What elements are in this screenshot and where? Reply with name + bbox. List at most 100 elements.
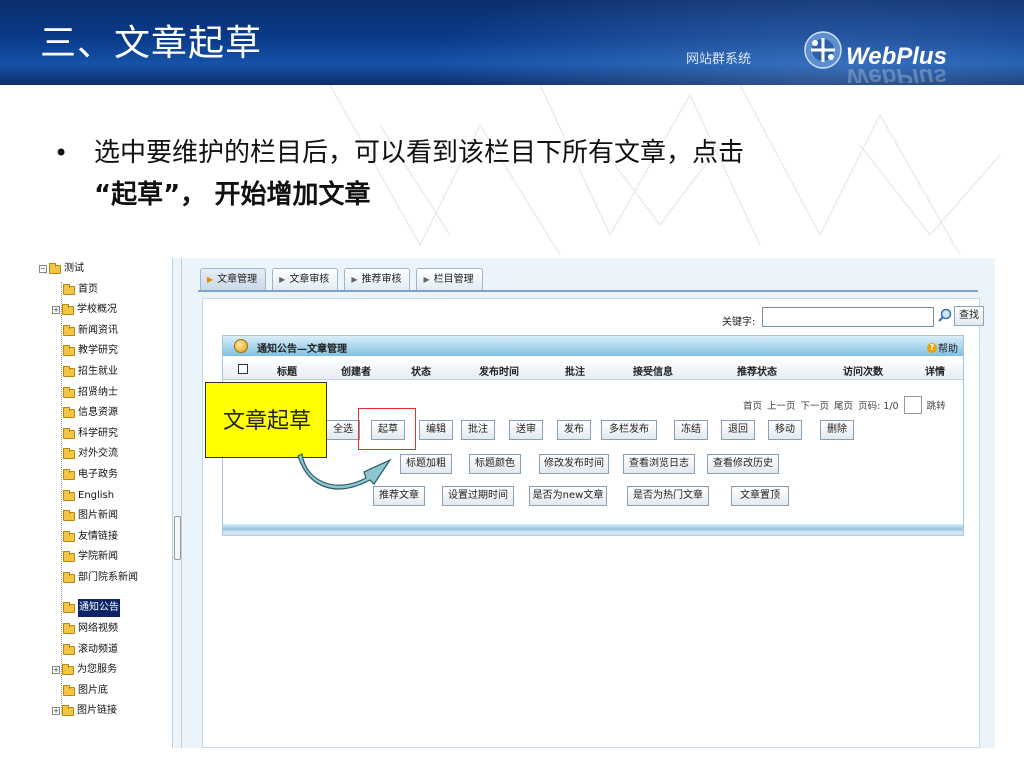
tree-item-photo-news[interactable]: 图片新闻	[63, 507, 118, 525]
folder-icon	[63, 684, 75, 696]
column-creator[interactable]: 创建者	[341, 363, 371, 378]
tab-article-management[interactable]: ▶ 文章管理	[200, 268, 267, 290]
is-hot-article-button[interactable]: 是否为热门文章	[627, 486, 709, 506]
folder-icon	[63, 406, 75, 418]
help-link[interactable]: ? 帮助	[927, 340, 958, 355]
submit-review-button[interactable]: 送审	[509, 420, 543, 440]
modify-publish-time-button[interactable]: 修改发布时间	[539, 454, 609, 474]
search-label: 关键字:	[722, 317, 756, 328]
tree-item-notice[interactable]: 通知公告	[63, 599, 120, 617]
search-input[interactable]	[762, 307, 934, 327]
title-color-button[interactable]: 标题颜色	[469, 454, 521, 474]
expand-icon[interactable]: +	[52, 666, 60, 674]
is-new-article-button[interactable]: 是否为new文章	[529, 486, 607, 506]
folder-icon	[63, 283, 75, 295]
tab-arrow-icon: ▶	[423, 274, 430, 284]
tab-article-review[interactable]: ▶ 文章审核	[272, 268, 339, 290]
tree-item-admission[interactable]: 招生就业	[63, 363, 118, 381]
tree-item-scroll[interactable]: 滚动频道	[63, 641, 118, 659]
folder-icon	[63, 622, 75, 634]
splitter[interactable]	[172, 258, 182, 748]
folder-icon	[63, 468, 75, 480]
column-visit-count[interactable]: 访问次数	[843, 363, 883, 378]
expand-icon[interactable]: +	[52, 306, 60, 314]
tree-item-links[interactable]: 友情链接	[63, 528, 118, 546]
tab-column-management[interactable]: ▶ 栏目管理	[416, 268, 483, 290]
bullet-text: 选中要维护的栏目后，可以看到该栏目下所有文章，点击 “起草”， 开始增加文章	[94, 132, 978, 216]
curved-arrow-icon	[297, 453, 392, 490]
callout-box: 文章起草	[205, 382, 327, 458]
pager-prev[interactable]: 上一页	[767, 398, 796, 412]
folder-icon	[63, 344, 75, 356]
embedded-screenshot: − 测试 首页 + 学校概况 新闻资讯 教学研究 招生就业 招贤纳士 信息资源 …	[37, 258, 995, 748]
edit-button[interactable]: 编辑	[419, 420, 453, 440]
content-box: 关键字: 查找 通知公告—文章管理 ? 帮助 标题 创建者 状态 发布时间 批注…	[202, 298, 984, 748]
pager-page-input[interactable]	[903, 396, 922, 414]
folder-icon	[63, 324, 75, 336]
freeze-button[interactable]: 冻结	[674, 420, 708, 440]
tree-item-dept-news[interactable]: 部门院系新闻	[63, 569, 138, 587]
column-tree: − 测试 首页 + 学校概况 新闻资讯 教学研究 招生就业 招贤纳士 信息资源 …	[37, 258, 177, 748]
publish-button[interactable]: 发布	[557, 420, 591, 440]
content-footer-bar	[222, 530, 964, 536]
panel-footer	[223, 524, 963, 529]
tree-item-exchange[interactable]: 对外交流	[63, 445, 118, 463]
pager-jump[interactable]: 跳转	[927, 398, 946, 412]
pager-first[interactable]: 首页	[743, 398, 762, 412]
tree-item-about[interactable]: + 学校概况	[52, 301, 117, 319]
annotate-button[interactable]: 批注	[461, 420, 495, 440]
main-pane: ▶ 文章管理 ▶ 文章审核 ▶ 推荐审核 ▶ 栏目管理 关键字: 查找 通知公告…	[182, 258, 995, 748]
slide-header: 三、文章起草 网站群系统 WebPlus WebPlus	[0, 0, 1024, 85]
pager-next[interactable]: 下一页	[801, 398, 830, 412]
pager-last[interactable]: 尾页	[834, 398, 853, 412]
tree-item-home[interactable]: 首页	[63, 281, 98, 299]
tree-item-egov[interactable]: 电子政务	[63, 466, 118, 484]
tab-arrow-icon: ▶	[279, 274, 286, 284]
view-browse-log-button[interactable]: 查看浏览日志	[623, 454, 695, 474]
column-publish-time[interactable]: 发布时间	[479, 363, 519, 378]
move-button[interactable]: 移动	[768, 420, 802, 440]
bold-title-button[interactable]: 标题加粗	[400, 454, 452, 474]
column-annotation[interactable]: 批注	[565, 363, 585, 378]
folder-icon	[49, 262, 61, 274]
column-accept-info[interactable]: 接受信息	[633, 363, 673, 378]
tree-item-recruit[interactable]: 招贤纳士	[63, 384, 118, 402]
tree-item-college-news[interactable]: 学院新闻	[63, 548, 118, 566]
tree-item-video[interactable]: 网络视频	[63, 620, 118, 638]
expand-icon[interactable]: +	[52, 707, 60, 715]
tree-item-test[interactable]: − 测试	[39, 260, 84, 278]
multi-column-publish-button[interactable]: 多栏发布	[601, 420, 657, 440]
column-details[interactable]: 详情	[925, 363, 945, 378]
tree-item-resources[interactable]: 信息资源	[63, 404, 118, 422]
select-all-button[interactable]: 全选	[326, 420, 360, 440]
column-title[interactable]: 标题	[277, 363, 297, 378]
search-button[interactable]: 查找	[954, 306, 984, 326]
slide-title: 三、文章起草	[40, 23, 263, 64]
tab-recommend-review[interactable]: ▶ 推荐审核	[344, 268, 411, 290]
tree-item-research[interactable]: 科学研究	[63, 425, 118, 443]
collapse-icon[interactable]: −	[39, 265, 47, 273]
tree-item-teaching[interactable]: 教学研究	[63, 342, 118, 360]
bullet-line-2-rest: 开始增加文章	[214, 180, 371, 210]
delete-button[interactable]: 删除	[820, 420, 854, 440]
pin-article-button[interactable]: 文章置顶	[731, 486, 789, 506]
tree-item-photo-links[interactable]: + 图片链接	[52, 702, 117, 720]
column-status[interactable]: 状态	[411, 363, 431, 378]
search-icon[interactable]	[937, 308, 953, 324]
view-modify-history-button[interactable]: 查看修改历史	[707, 454, 779, 474]
column-recommend-status[interactable]: 推荐状态	[737, 363, 777, 378]
select-all-checkbox[interactable]	[238, 364, 248, 374]
splitter-grip[interactable]	[174, 516, 181, 560]
tree-item-english[interactable]: English	[63, 487, 114, 505]
return-button[interactable]: 退回	[721, 420, 755, 440]
brand-subtitle: 网站群系统	[686, 52, 752, 67]
set-expiry-button[interactable]: 设置过期时间	[442, 486, 514, 506]
panel-header: 通知公告—文章管理 ? 帮助	[223, 336, 963, 356]
tree-item-photo-bg[interactable]: 图片底	[63, 682, 108, 700]
tab-underline	[198, 290, 978, 292]
folder-icon	[63, 386, 75, 398]
tree-item-service[interactable]: + 为您服务	[52, 661, 117, 679]
folder-icon	[63, 489, 75, 501]
folder-icon	[63, 509, 75, 521]
tree-item-news[interactable]: 新闻资讯	[63, 322, 118, 340]
